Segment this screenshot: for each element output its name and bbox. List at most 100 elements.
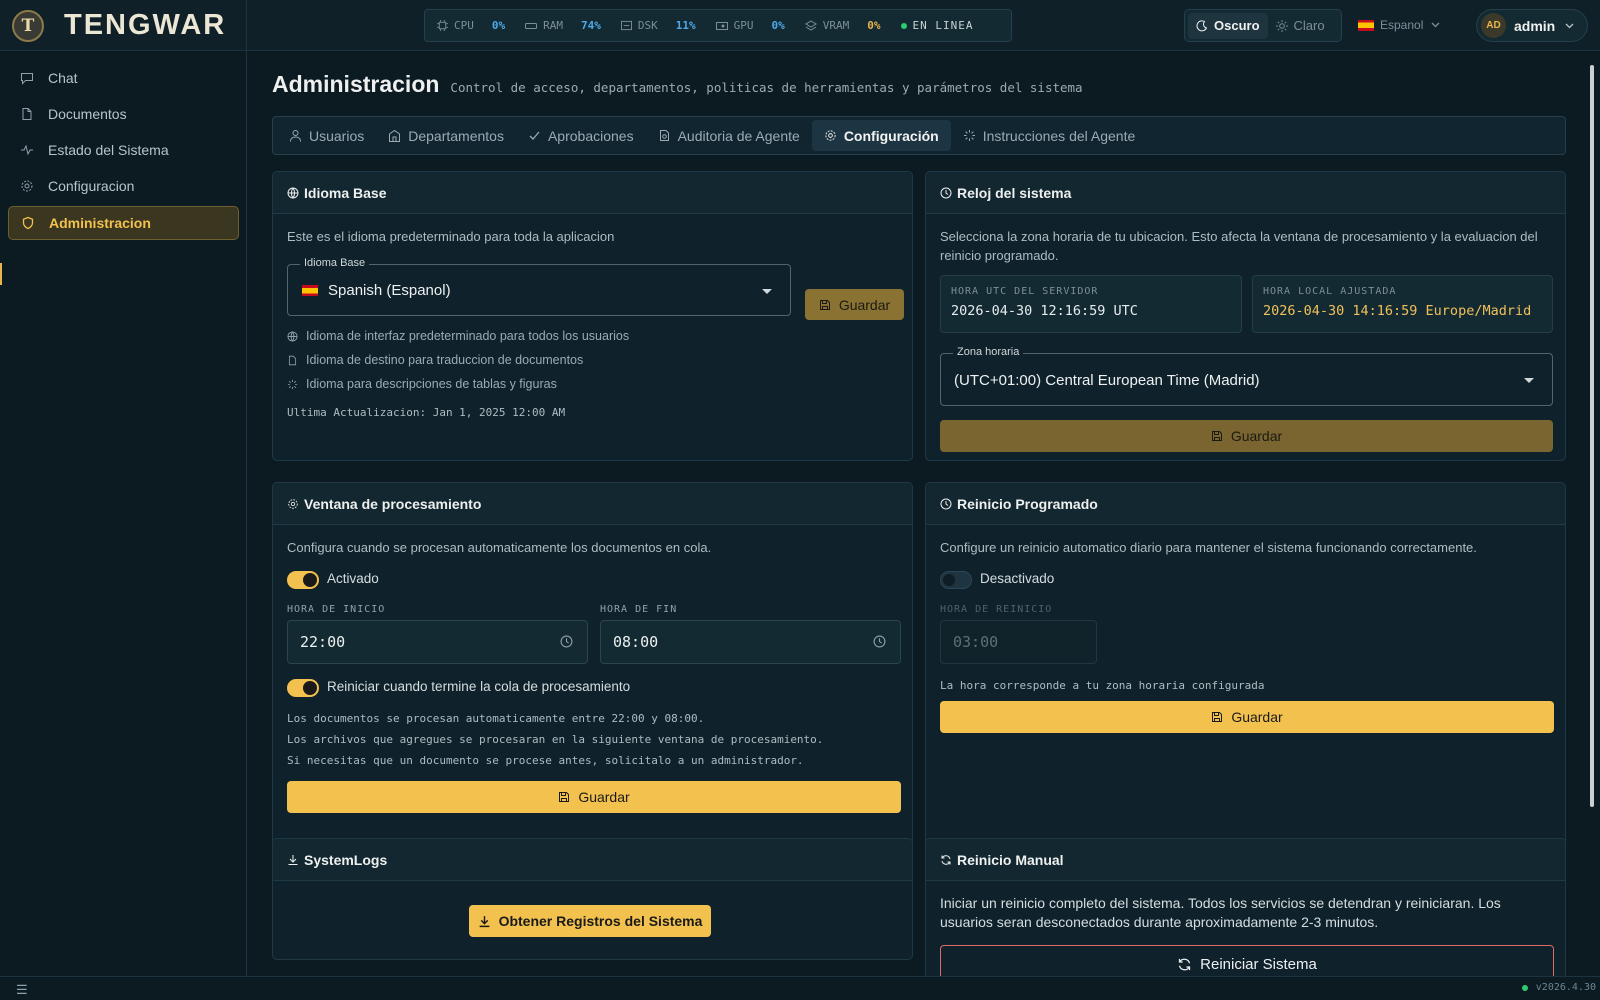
scrollbar-thumb[interactable] [1590, 65, 1594, 807]
sun-icon [1275, 19, 1288, 32]
version-label: v2026.4.30 [1535, 982, 1596, 993]
card-header: Ventana de procesamiento [273, 483, 912, 525]
end-time-label: HORA DE FIN [600, 604, 678, 615]
clock-icon[interactable] [560, 635, 573, 648]
card-title: Ventana de procesamiento [304, 495, 482, 512]
tab-configuracion[interactable]: Configuración [811, 120, 951, 151]
spinner-icon [963, 130, 975, 141]
spain-flag-icon [1358, 19, 1374, 31]
document-icon [288, 355, 297, 365]
menu-icon[interactable]: ☰ [16, 982, 28, 998]
cpu-icon [437, 20, 448, 31]
tab-departamentos[interactable]: Departamentos [376, 120, 516, 151]
metric-value: 0% [491, 19, 506, 32]
restart-after-queue-toggle[interactable] [287, 679, 319, 697]
button-label: Guardar [838, 296, 891, 313]
local-value: 2026-04-30 14:16:59 Europe/Madrid [1263, 303, 1532, 319]
ventana-enabled-toggle[interactable] [287, 571, 319, 589]
system-metrics: CPU 0% RAM 74% DSK 11% GPU 0% VRAM 0% EN… [424, 9, 1012, 42]
logo[interactable]: T [12, 9, 44, 42]
brand-name: TENGWAR [64, 9, 227, 41]
timezone-select[interactable]: Zona horaria (UTC+01:00) Central Europea… [940, 346, 1553, 406]
refresh-icon [1179, 958, 1191, 970]
page-title: Administracion [272, 71, 440, 97]
sidebar-item-chat[interactable]: Chat [8, 61, 239, 95]
ram-icon [525, 22, 538, 29]
idioma-save-button[interactable]: Guardar [805, 289, 904, 320]
tab-label: Departamentos [408, 127, 504, 144]
metric-label: DSK [637, 19, 658, 32]
globe-icon [287, 330, 298, 342]
theme-dark-button[interactable]: Oscuro [1188, 12, 1268, 39]
card-title: Idioma Base [304, 184, 387, 201]
card-title: Reinicio Programado [957, 495, 1098, 512]
document-icon [22, 108, 32, 120]
sidebar-item-label: Estado del Sistema [48, 142, 169, 158]
restart-after-queue-label: Reiniciar cuando termine la cola de proc… [327, 679, 631, 694]
chat-icon [21, 73, 33, 85]
utc-value: 2026-04-30 12:16:59 UTC [951, 303, 1138, 319]
footer-bar: ☰ v2026.4.30 [0, 976, 1600, 1000]
metric-label: GPU [733, 19, 754, 32]
sidebar-item-administracion[interactable]: Administracion [8, 206, 239, 240]
user-icon [290, 130, 301, 142]
local-time-box: HORA LOCAL AJUSTADA 2026-04-30 14:16:59 … [1252, 275, 1553, 333]
ventana-save-button[interactable]: Guardar [287, 781, 901, 813]
tab-auditoria[interactable]: Auditoria de Agente [646, 120, 812, 151]
user-menu[interactable]: AD admin [1476, 9, 1588, 42]
version-info: v2026.4.30 [1521, 982, 1596, 993]
theme-light-button[interactable]: Claro [1268, 13, 1333, 39]
ventana-note: Los documentos se procesan automaticamen… [287, 712, 705, 725]
start-time-input[interactable]: 22:00 [287, 620, 588, 664]
sidebar-item-label: Chat [48, 70, 78, 86]
reinicio-note: La hora corresponde a tu zona horaria co… [940, 679, 1265, 692]
status-dot [900, 22, 907, 29]
clock-icon[interactable] [873, 635, 886, 648]
card-title: Reinicio Manual [957, 851, 1064, 868]
language-selector[interactable]: Espanol [1358, 14, 1440, 36]
card-header: Reloj del sistema [926, 172, 1565, 214]
reinicio-manual-card: Reinicio Manual Iniciar un reinicio comp… [925, 838, 1566, 976]
shield-icon [22, 216, 34, 230]
dropdown-arrow-icon [762, 289, 772, 294]
reinicio-save-button[interactable]: Guardar [940, 701, 1554, 733]
reloj-save-button[interactable]: Guardar [940, 420, 1553, 452]
reinicio-enabled-toggle[interactable] [940, 571, 972, 589]
check-icon [529, 131, 540, 140]
active-indicator [0, 263, 2, 285]
save-icon [819, 299, 830, 310]
metric-cpu: CPU 0% [437, 19, 505, 32]
restart-time-label: HORA DE REINICIO [940, 604, 1053, 615]
restart-system-button[interactable]: Reiniciar Sistema [940, 945, 1554, 976]
page-subtitle: Control de acceso, departamentos, politi… [450, 80, 1083, 95]
building-icon [389, 129, 401, 142]
chevron-down-icon [1565, 23, 1574, 28]
user-name: admin [1514, 17, 1556, 34]
button-label: Guardar [1231, 709, 1283, 725]
download-logs-button[interactable]: Obtener Registros del Sistema [469, 905, 711, 937]
system-logs-card: SystemLogs Obtener Registros del Sistema [272, 838, 913, 960]
end-time-value: 08:00 [613, 633, 659, 651]
download-icon [479, 915, 489, 927]
hint-text: Idioma para descripciones de tablas y fi… [306, 377, 557, 391]
sidebar-item-documentos[interactable]: Documentos [8, 97, 239, 131]
reinicio-description: Configure un reinicio automatico diario … [940, 540, 1477, 555]
timezone-label: Zona horaria [953, 346, 1024, 358]
end-time-input[interactable]: 08:00 [600, 620, 901, 664]
tab-usuarios[interactable]: Usuarios [277, 120, 376, 151]
tab-instrucciones[interactable]: Instrucciones del Agente [951, 120, 1148, 151]
tab-aprobaciones[interactable]: Aprobaciones [516, 120, 646, 151]
sidebar-item-configuracion[interactable]: Configuracion [8, 169, 239, 203]
metric-value: 74% [581, 19, 601, 32]
restart-time-input[interactable]: 03:00 [940, 620, 1097, 664]
reloj-description: Selecciona la zona horaria de tu ubicaci… [940, 229, 1538, 263]
sidebar-item-estado[interactable]: Estado del Sistema [8, 133, 239, 167]
page-header: Administracion Control de acceso, depart… [272, 71, 1083, 98]
tab-label: Configuración [843, 127, 939, 144]
restart-time-value: 03:00 [953, 633, 999, 651]
metric-label: VRAM [822, 19, 850, 32]
sidebar-item-label: Documentos [48, 106, 127, 122]
theme-dark-label: Oscuro [1214, 18, 1260, 33]
local-label: HORA LOCAL AJUSTADA [1263, 286, 1397, 297]
idioma-select[interactable]: Idioma Base Spanish (Espanol) [287, 257, 791, 316]
